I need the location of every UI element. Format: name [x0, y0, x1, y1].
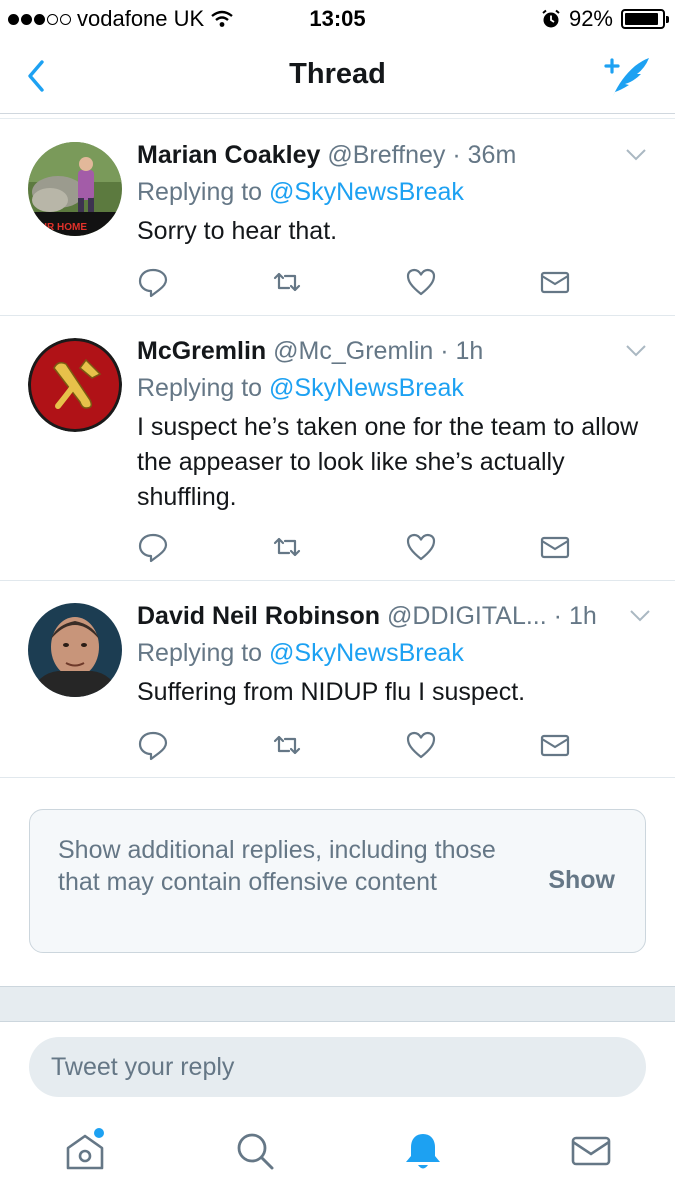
tweet-header: McGremlin @Mc_Gremlin · 1h: [137, 334, 657, 368]
notifications-icon[interactable]: [400, 1128, 446, 1174]
tweet-actions: [137, 266, 577, 302]
new-tweets-indicator: [94, 1128, 104, 1138]
mention-link[interactable]: @SkyNewsBreak: [269, 639, 464, 667]
author-name[interactable]: Marian Coakley: [137, 141, 320, 169]
tweet-header: Marian Coakley @Breffney · 36m: [137, 138, 657, 172]
nav-divider: [0, 115, 675, 119]
like-heart-icon[interactable]: [405, 729, 437, 761]
author-handle[interactable]: @DDIGITAL...: [387, 602, 547, 630]
section-divider: [0, 986, 675, 1022]
tab-bar: [0, 1110, 675, 1200]
battery-level: [625, 13, 659, 25]
status-right: 92%: [541, 6, 669, 32]
replying-prefix: Replying to: [137, 178, 270, 206]
tweet-reply-input[interactable]: [29, 1037, 646, 1097]
tweet-body: Marian Coakley @Breffney · 36m Replying …: [137, 138, 657, 249]
avatar[interactable]: OUR HOME: [28, 142, 122, 236]
replying-prefix: Replying to: [137, 374, 270, 402]
reply-icon[interactable]: [137, 729, 169, 761]
direct-message-icon[interactable]: [539, 729, 571, 761]
tweet-actions: [137, 531, 577, 567]
replying-prefix: Replying to: [137, 639, 270, 667]
tweet-time: 1h: [568, 602, 597, 630]
avatar-logo-text: OUR HOME: [32, 222, 87, 233]
show-more-replies-box[interactable]: Show additional replies, including those…: [29, 809, 646, 953]
direct-message-icon[interactable]: [539, 531, 571, 563]
compose-tweet-icon[interactable]: [599, 52, 651, 100]
replying-to: Replying to @SkyNewsBreak: [137, 370, 657, 406]
tweet-body: McGremlin @Mc_Gremlin · 1h Replying to @…: [137, 334, 657, 515]
time-separator: ·: [440, 337, 449, 365]
tweet-time: 36m: [467, 141, 517, 169]
navigation-bar: Thread: [0, 40, 675, 114]
mention-link[interactable]: @SkyNewsBreak: [269, 178, 464, 206]
show-more-text: Show additional replies, including those…: [58, 836, 496, 896]
tweet-body: David Neil Robinson @DDIGITAL... · 1h Re…: [137, 599, 657, 710]
mention-link[interactable]: @SkyNewsBreak: [269, 374, 464, 402]
tweet-text: I suspect he’s taken one for the team to…: [137, 413, 639, 511]
status-bar: vodafone UK 13:05 92%: [0, 0, 675, 40]
avatar[interactable]: [28, 603, 122, 697]
battery-percent: 92%: [568, 6, 613, 31]
reply-icon[interactable]: [137, 531, 169, 563]
chevron-down-icon[interactable]: [625, 148, 647, 162]
tweet-time: 1h: [455, 337, 484, 365]
tweet-header: David Neil Robinson @DDIGITAL... · 1h: [137, 599, 657, 633]
tweet-text: Sorry to hear that.: [137, 217, 338, 245]
author-handle[interactable]: @Breffney: [327, 141, 445, 169]
tweet-text: Suffering from NIDUP flu I suspect.: [137, 678, 526, 706]
page-title: Thread: [289, 58, 386, 90]
retweet-icon[interactable]: [271, 729, 303, 761]
retweet-icon[interactable]: [271, 531, 303, 563]
reply-tweet[interactable]: McGremlin @Mc_Gremlin · 1h Replying to @…: [0, 316, 675, 581]
reply-tweet[interactable]: David Neil Robinson @DDIGITAL... · 1h Re…: [0, 581, 675, 778]
reply-tweet[interactable]: OUR HOME Marian Coakley @Breffney · 36m …: [0, 120, 675, 316]
replying-to: Replying to @SkyNewsBreak: [137, 174, 657, 210]
alarm-icon: [542, 9, 560, 28]
chevron-down-icon[interactable]: [625, 344, 647, 358]
reply-icon[interactable]: [137, 266, 169, 298]
messages-icon[interactable]: [568, 1128, 614, 1174]
replying-to: Replying to @SkyNewsBreak: [137, 635, 657, 671]
author-handle[interactable]: @Mc_Gremlin: [273, 337, 433, 365]
chevron-down-icon[interactable]: [629, 609, 651, 623]
search-icon[interactable]: [232, 1128, 278, 1174]
like-heart-icon[interactable]: [405, 266, 437, 298]
battery-icon: [621, 9, 669, 29]
time-separator: ·: [553, 602, 562, 630]
show-button[interactable]: Show: [548, 866, 615, 895]
avatar[interactable]: [28, 338, 122, 432]
author-name[interactable]: McGremlin: [137, 337, 266, 365]
time-separator: ·: [452, 141, 461, 169]
tweet-actions: [137, 729, 577, 765]
retweet-icon[interactable]: [271, 266, 303, 298]
author-name[interactable]: David Neil Robinson: [137, 602, 380, 630]
like-heart-icon[interactable]: [405, 531, 437, 563]
direct-message-icon[interactable]: [539, 266, 571, 298]
